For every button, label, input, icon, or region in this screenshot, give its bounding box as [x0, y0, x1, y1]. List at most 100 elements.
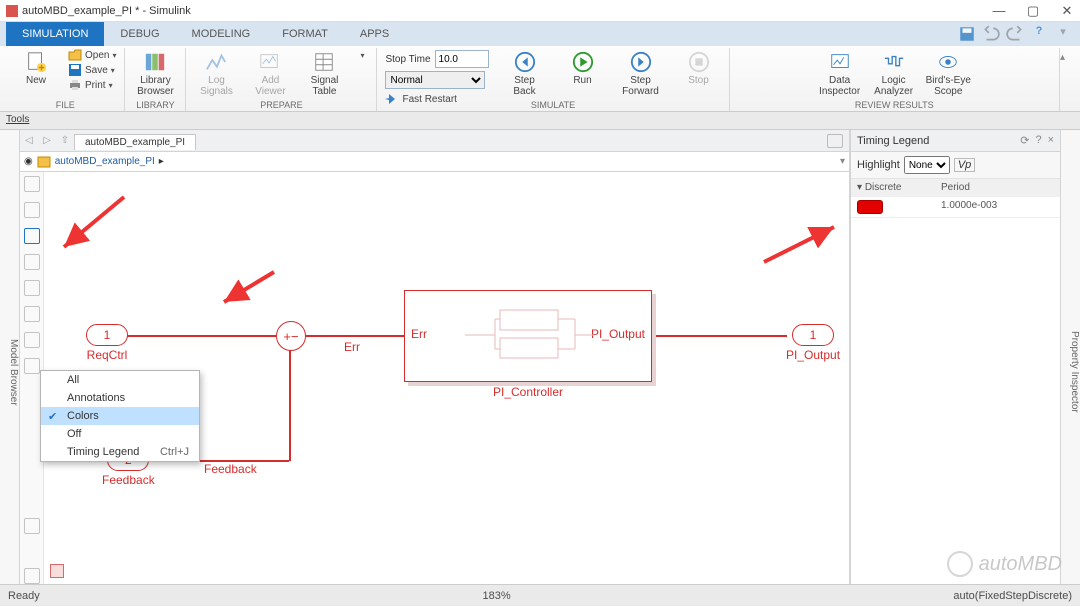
- undo-icon[interactable]: [982, 25, 1000, 43]
- save-button[interactable]: Save▾: [68, 63, 116, 77]
- titlebar: autoMBD_example_PI * - Simulink — ▢ ✕: [0, 0, 1080, 22]
- timing-col-group: Discrete: [865, 182, 902, 193]
- property-inspector-panel[interactable]: Property Inspector: [1060, 130, 1080, 584]
- logic-analyzer-button[interactable]: Logic Analyzer: [872, 48, 916, 97]
- timing-title: Timing Legend: [857, 135, 929, 147]
- toolstrip: New Open▾ Save▾ Print▾ FILE Library Brow…: [0, 46, 1080, 112]
- library-browser-button[interactable]: Library Browser: [133, 48, 177, 97]
- timing-legend-panel: Timing Legend ⟳?× Highlight None Vp ▾ Di…: [850, 130, 1060, 584]
- model-browser-panel[interactable]: Model Browser: [0, 130, 20, 584]
- err-signal-label: Err: [344, 340, 360, 354]
- step-forward-button[interactable]: Step Forward: [619, 48, 663, 97]
- help-icon[interactable]: ?: [1030, 25, 1048, 43]
- statusbar: Ready 183% auto(FixedStepDiscrete): [0, 584, 1080, 606]
- save-icon[interactable]: [958, 25, 976, 43]
- model-tab[interactable]: autoMBD_example_PI: [74, 134, 196, 150]
- model-tabbar: ◁ ▷ ⇧ autoMBD_example_PI: [20, 130, 849, 152]
- feedback-signal-label: Feedback: [204, 462, 257, 476]
- highlight-select[interactable]: None: [904, 156, 950, 174]
- tab-simulation[interactable]: SIMULATION: [6, 22, 104, 46]
- add-viewer-button[interactable]: Add Viewer: [248, 48, 292, 97]
- data-inspector-button[interactable]: Data Inspector: [818, 48, 862, 97]
- ribbon-tabs: SIMULATION DEBUG MODELING FORMAT APPS ? …: [0, 22, 1080, 46]
- palette-icon-9[interactable]: [24, 518, 40, 534]
- prepare-group-label: PREPARE: [186, 100, 376, 110]
- menu-timing-legend[interactable]: Timing LegendCtrl+J: [41, 443, 199, 461]
- window-title: autoMBD_example_PI * - Simulink: [22, 5, 191, 17]
- timing-col-period: Period: [941, 182, 970, 193]
- tab-format[interactable]: FORMAT: [266, 22, 344, 46]
- watermark: autoMBD: [947, 551, 1062, 577]
- canvas-corner-icon[interactable]: [50, 564, 64, 578]
- breadcrumb-root-icon[interactable]: ◉: [24, 156, 33, 167]
- fit-icon[interactable]: [24, 202, 40, 218]
- menu-all[interactable]: All: [41, 371, 199, 389]
- breadcrumb-dropdown-icon[interactable]: ▾: [840, 156, 845, 167]
- status-zoom: 183%: [483, 590, 511, 602]
- log-signals-button[interactable]: Log Signals: [194, 48, 238, 97]
- inport1-name: ReqCtrl: [87, 348, 128, 362]
- model-icon: [37, 155, 51, 169]
- new-button[interactable]: New: [14, 48, 58, 87]
- breadcrumb-path[interactable]: autoMBD_example_PI: [55, 156, 155, 167]
- breadcrumb: ◉ autoMBD_example_PI ▸ ▾: [20, 152, 849, 172]
- highlight-label: Highlight: [857, 159, 900, 171]
- outport-pi-output[interactable]: 1 PI_Output: [786, 324, 840, 362]
- nav-back-icon[interactable]: ◁: [20, 132, 38, 150]
- collapse-ribbon-icon[interactable]: ▴: [1060, 48, 1074, 111]
- tools-menu[interactable]: Tools: [0, 112, 1080, 130]
- tab-debug[interactable]: DEBUG: [104, 22, 175, 46]
- prepare-expand[interactable]: ▾: [356, 48, 368, 60]
- status-ready: Ready: [8, 590, 40, 602]
- tab-apps[interactable]: APPS: [344, 22, 405, 46]
- help-icon[interactable]: ?: [1035, 134, 1041, 147]
- simulink-icon: [6, 5, 18, 17]
- watermark-logo-icon: [947, 551, 973, 577]
- file-group-label: FILE: [6, 100, 124, 110]
- palette-icon-6[interactable]: [24, 306, 40, 322]
- print-button[interactable]: Print▾: [68, 78, 116, 92]
- run-button[interactable]: Run: [561, 48, 605, 87]
- library-label: Library Browser: [137, 76, 174, 97]
- menu-off[interactable]: Off: [41, 425, 199, 443]
- outport-name: PI_Output: [786, 348, 840, 362]
- menu-annotations[interactable]: Annotations: [41, 389, 199, 407]
- sample-time-icon[interactable]: [24, 228, 40, 244]
- open-button[interactable]: Open▾: [68, 48, 116, 62]
- palette-icon-4[interactable]: [24, 254, 40, 270]
- pi-controller-block[interactable]: Err PI_Output PI_Controller: [404, 290, 652, 382]
- sample-time-menu: All Annotations ✔Colors Off Timing Legen…: [40, 370, 200, 462]
- timing-legend-icon[interactable]: [827, 134, 843, 148]
- step-back-button[interactable]: Step Back: [503, 48, 547, 97]
- sim-mode-select[interactable]: Normal: [385, 71, 485, 89]
- stop-time-label: Stop Time: [385, 54, 430, 65]
- library-group-label: LIBRARY: [125, 100, 185, 110]
- close-icon[interactable]: ✕: [1060, 4, 1074, 18]
- signal-table-button[interactable]: Signal Table: [302, 48, 346, 97]
- timing-row-discrete[interactable]: 1.0000e-003: [851, 197, 1060, 218]
- simulate-group-label: SIMULATE: [377, 100, 728, 110]
- refresh-icon[interactable]: ⟳: [1020, 134, 1029, 147]
- palette-icon-7[interactable]: [24, 332, 40, 348]
- window-controls: — ▢ ✕: [992, 4, 1074, 18]
- sum-block[interactable]: +−: [276, 321, 306, 351]
- menu-colors[interactable]: ✔Colors: [41, 407, 199, 425]
- redo-icon[interactable]: [1006, 25, 1024, 43]
- zoom-in-icon[interactable]: [24, 176, 40, 192]
- nav-forward-icon[interactable]: ▷: [38, 132, 56, 150]
- palette-icon-10[interactable]: [24, 568, 40, 584]
- maximize-icon[interactable]: ▢: [1026, 4, 1040, 18]
- nav-up-icon[interactable]: ⇧: [56, 132, 74, 150]
- minimize-icon[interactable]: —: [992, 4, 1006, 18]
- inport-reqctrl[interactable]: 1 ReqCtrl: [86, 324, 128, 362]
- palette-icon-8[interactable]: [24, 358, 40, 374]
- close-panel-icon[interactable]: ×: [1048, 134, 1054, 147]
- expand-icon[interactable]: ▾: [1054, 25, 1072, 43]
- discrete-color-swatch: [857, 200, 883, 214]
- highlight-clear-button[interactable]: Vp: [954, 158, 975, 172]
- palette-icon-5[interactable]: [24, 280, 40, 296]
- stop-time-input[interactable]: [435, 50, 489, 68]
- stop-button[interactable]: Stop: [677, 48, 721, 87]
- tab-modeling[interactable]: MODELING: [176, 22, 267, 46]
- birds-eye-button[interactable]: Bird's-Eye Scope: [926, 48, 971, 97]
